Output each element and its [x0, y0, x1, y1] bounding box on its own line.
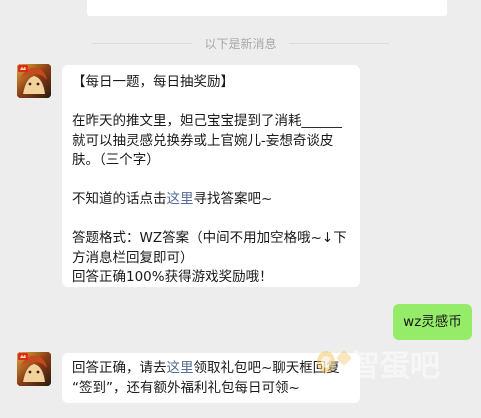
reply-suffix: 领取礼包吧~聊天框回复	[193, 360, 340, 376]
sender-avatar[interactable]	[17, 64, 51, 98]
received-message-bubble[interactable]: 回答正确，请去这里领取礼包吧~聊天框回复 “签到”，还有额外福利礼包每日可领~	[62, 353, 360, 403]
game-hero-avatar-icon	[17, 352, 51, 386]
sent-message-bubble[interactable]: wz灵感币	[393, 304, 472, 340]
new-messages-divider: 以下是新消息	[0, 33, 481, 53]
message-line: 不知道的话点击这里寻找答案吧~	[72, 190, 350, 210]
message-line: 方消息栏回复即可）	[72, 249, 194, 266]
previous-message-card	[87, 0, 447, 16]
sender-avatar[interactable]	[17, 352, 51, 386]
hint-prefix: 不知道的话点击	[72, 191, 167, 207]
game-hero-avatar-icon	[17, 64, 51, 98]
message-line: 回答正确，请去这里领取礼包吧~聊天框回复	[72, 359, 350, 379]
hint-suffix: 寻找答案吧~	[193, 191, 273, 207]
message-line: 就可以抽灵感兑换券或上官婉儿-妄想奇谈皮	[72, 132, 334, 149]
message-line: 【每日一题，每日抽奖励】	[72, 74, 234, 90]
gift-link[interactable]: 这里	[167, 360, 194, 376]
divider-line-left	[92, 42, 193, 44]
answer-link[interactable]: 这里	[167, 191, 194, 207]
message-line: 回答正确100%获得游戏奖励哦！	[72, 269, 273, 285]
new-messages-label: 以下是新消息	[204, 36, 277, 51]
divider-line-right	[288, 42, 389, 44]
received-message-bubble[interactable]: 【每日一题，每日抽奖励】 在昨天的推文里，妲己宝宝提到了消耗______ 就可以…	[62, 65, 360, 287]
reply-prefix: 回答正确，请去	[72, 360, 167, 376]
message-line: 答题格式：WZ答案（中间不用加空格哦~↓下	[72, 230, 347, 246]
message-line: 在昨天的推文里，妲己宝宝提到了消耗______	[72, 113, 342, 129]
watermark-text: 智蛋吧	[350, 349, 440, 384]
message-line: “签到”，还有额外福利礼包每日可领~	[72, 379, 300, 396]
message-line: 肤。（三个字）	[72, 152, 160, 168]
